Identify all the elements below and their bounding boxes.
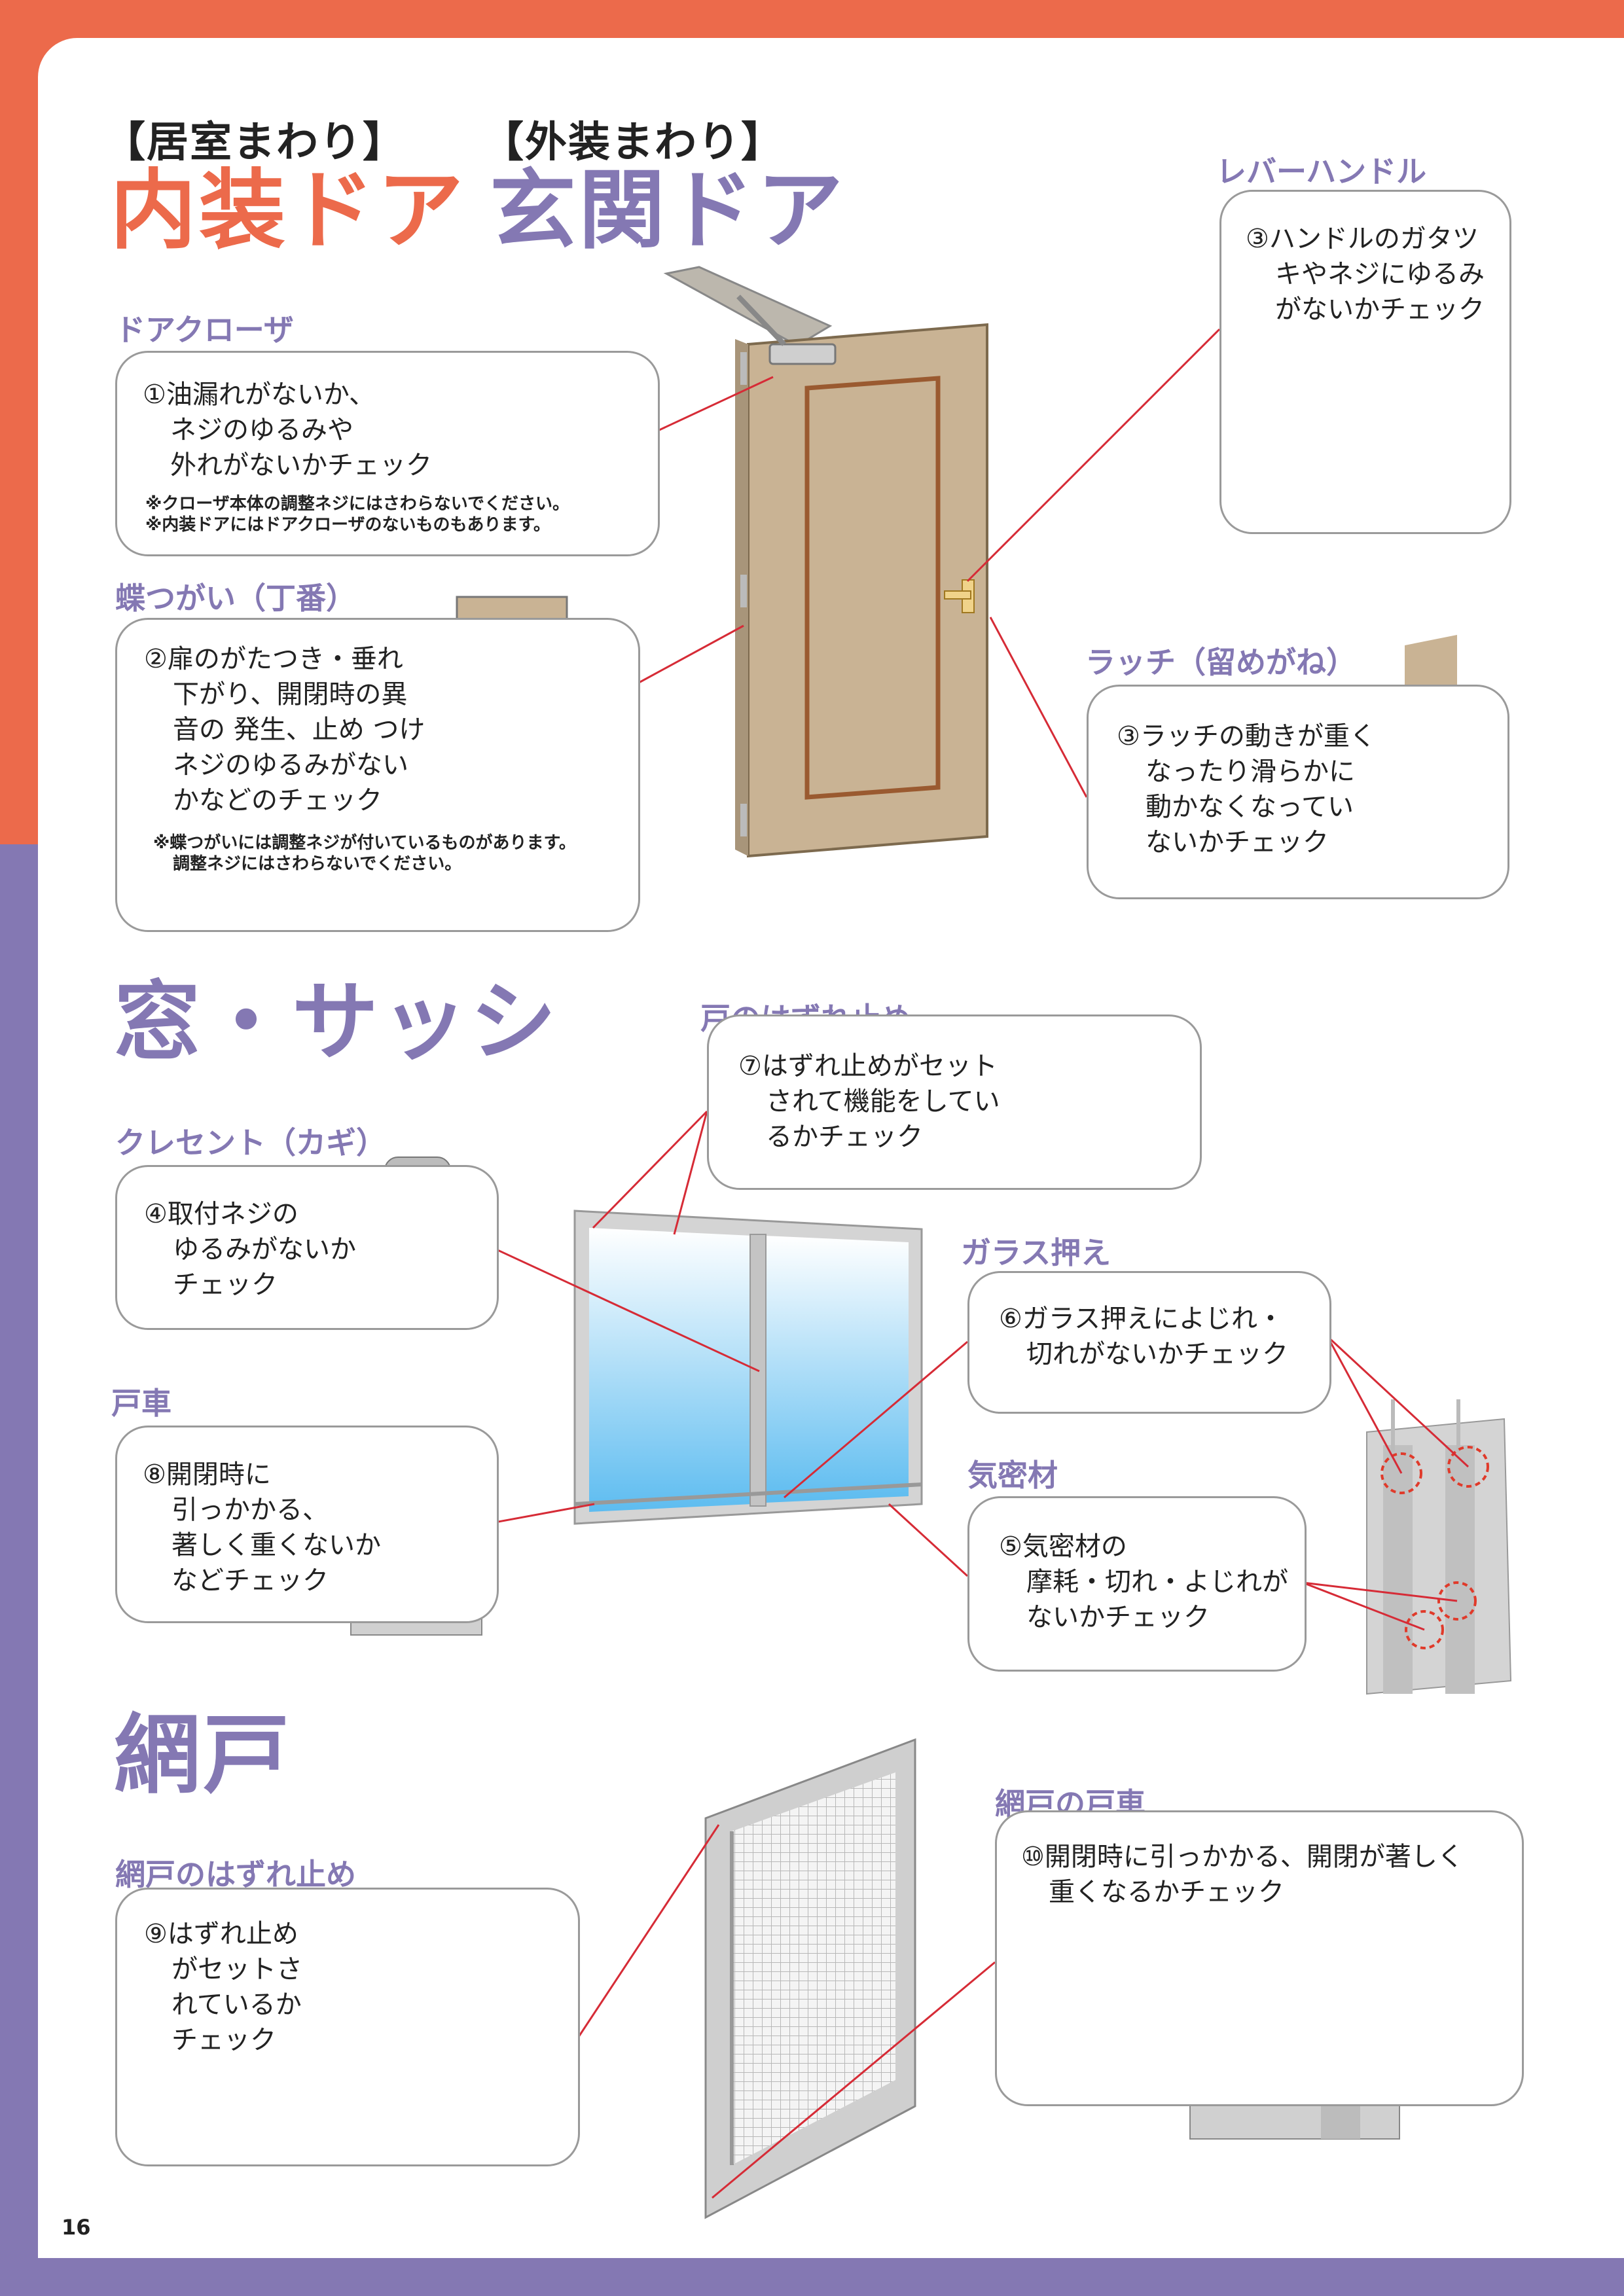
door-closer-line-3: 外れがないかチェック (170, 450, 432, 480)
page-number: 16 (62, 2215, 91, 2240)
window-sash-title: 窓・サッシ (114, 972, 559, 1073)
glass-line-1: ⑥ガラス押えによじれ・ (999, 1304, 1284, 1334)
lever-handle-label: レバーハンドル (1216, 154, 1427, 189)
door-illustration (663, 266, 988, 858)
crescent-label: クレセント（カギ） (115, 1125, 386, 1160)
hinge-note-1: ※蝶つがいには調整ネジが付いているものがあります。 (153, 833, 576, 853)
screen-door-title: 網戸 (114, 1705, 292, 1806)
seal-line-1: ⑤気密材の (999, 1532, 1127, 1562)
window-roller-label: 戸車 (111, 1386, 171, 1421)
hinge-line-3: 音の 発生、止め つけ (173, 715, 425, 745)
screen-stopper-line-3: れているか (171, 1990, 302, 2020)
hinge-line-4: ネジのゆるみがない (173, 750, 408, 780)
seal-line-2: 摩耗・切れ・よじれが (1026, 1567, 1288, 1597)
door-closer-note-1: ※クローザ本体の調整ネジにはさわらないでください。 (145, 494, 569, 514)
latch-line-1: ③ラッチの動きが重く (1117, 721, 1376, 751)
screen-illustration (704, 1738, 916, 2219)
screen-roller-line-1: ⑩開閉時に引っかかる、開閉が著しく (1021, 1842, 1464, 1872)
screen-roller-line-2: 重くなるかチェック (1049, 1877, 1284, 1907)
hinge-line-5: かなどのチェック (173, 785, 382, 816)
window-roller-line-4: などチェック (171, 1566, 329, 1596)
latch-label: ラッチ（留めがね） (1085, 645, 1356, 680)
glass-retainer-label: ガラス押え (961, 1235, 1111, 1270)
hinge-line-2: 下がり、開閉時の異 (173, 679, 408, 709)
sash-stopper-line-3: るかチェック (766, 1122, 923, 1152)
door-closer-label: ドアクローザ (115, 312, 294, 348)
crescent-line-2: ゆるみがないか (173, 1234, 356, 1265)
glass-line-2: 切れがないかチェック (1026, 1339, 1288, 1369)
latch-line-4: ないかチェック (1146, 827, 1329, 857)
screen-stopper-line-2: がセットさ (171, 1954, 302, 1984)
window-roller-line-1: ⑧開閉時に (143, 1460, 271, 1490)
sash-section-image (1366, 1399, 1512, 1695)
crescent-line-3: チェック (173, 1270, 278, 1300)
entrance-door-title: 玄関ドア (490, 160, 846, 261)
hinge-label: 蝶つがい（丁番） (115, 581, 356, 616)
window-roller-line-3: 著しく重くないか (171, 1530, 381, 1560)
hinge-note-2: 調整ネジにはさわらないでください。 (173, 854, 462, 874)
door-closer-line-2: ネジのゆるみや (170, 415, 353, 445)
lever-line-3: がないかチェック (1275, 295, 1485, 325)
screen-stopper-line-1: ⑨はずれ止め (144, 1919, 298, 1949)
latch-line-3: 動かなくなってい (1146, 792, 1354, 822)
sash-stopper-line-2: されて機能をしてい (766, 1086, 1000, 1117)
hinge-line-1: ②扉のがたつき・垂れ (144, 644, 403, 674)
screen-stopper-line-4: チェック (171, 2025, 276, 2055)
sash-stopper-line-1: ⑦はずれ止めがセット (738, 1051, 998, 1081)
latch-line-2: なったり滑らかに (1146, 757, 1355, 787)
window-illustration (573, 1210, 923, 1525)
door-closer-note-2: ※内装ドアにはドアクローザのないものもあります。 (145, 515, 550, 535)
interior-door-title: 内装ドア (110, 160, 466, 261)
lever-line-2: キやネジにゆるみ (1275, 259, 1485, 289)
lever-line-1: ③ハンドルのガタツ (1246, 224, 1479, 254)
airtight-seal-label: 気密材 (967, 1458, 1058, 1493)
crescent-line-1: ④取付ネジの (144, 1199, 298, 1229)
page-sheet: 【居室まわり】 内装ドア 【外装まわり】 玄関ドア ドアクローザ ①油漏れがない… (38, 38, 1624, 2258)
seal-line-3: ないかチェック (1026, 1602, 1210, 1632)
door-closer-line-1: ①油漏れがないか、 (143, 380, 376, 410)
window-roller-line-2: 引っかかる、 (171, 1495, 329, 1525)
